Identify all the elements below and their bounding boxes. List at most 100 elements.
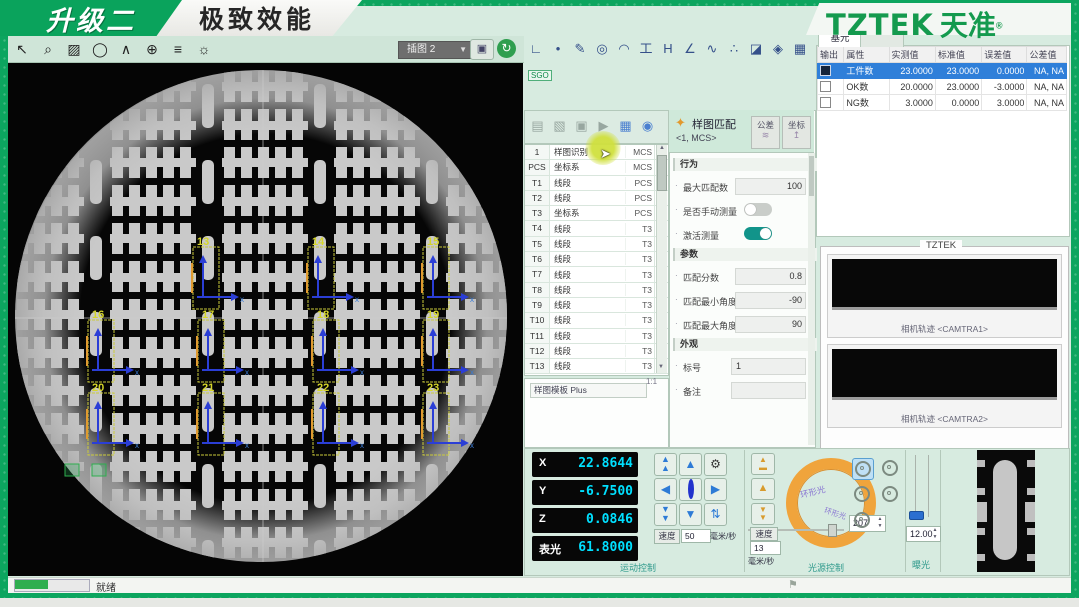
output-cell[interactable] — [818, 63, 844, 79]
jog-down-fast-button[interactable]: ▼▼ — [654, 503, 677, 526]
match-score-input[interactable]: 0.8 — [735, 268, 806, 285]
feature-row[interactable]: T2线段PCS — [525, 191, 668, 206]
paste-icon[interactable]: ▤ — [528, 116, 547, 136]
result-row[interactable]: OK数20.000023.0000-3.0000NA, NA — [818, 79, 1067, 95]
note-input[interactable] — [731, 382, 806, 399]
output-checkbox[interactable] — [820, 81, 831, 92]
feature-row[interactable]: T5线段T3 — [525, 237, 668, 252]
image-tool-icon[interactable]: ▨ — [63, 38, 85, 60]
feature-row[interactable]: T3坐标系PCS — [525, 206, 668, 221]
max-match-input[interactable]: 100 — [735, 178, 806, 195]
feature-row[interactable]: T11线段T3 — [525, 329, 668, 344]
circle-tool-icon[interactable]: ◎ — [592, 38, 612, 60]
active-measure-toggle[interactable] — [744, 227, 772, 240]
scroll-down-icon[interactable]: ▼ — [656, 364, 666, 374]
jog-down-button[interactable]: ▼ — [679, 503, 702, 526]
light-channel-4-icon[interactable] — [880, 484, 900, 504]
copy-icon[interactable]: ▧ — [550, 116, 569, 136]
feature-row[interactable]: T1线段PCS — [525, 176, 668, 191]
speed-input[interactable]: 50 — [681, 529, 711, 543]
jog-right-button[interactable]: ▶ — [704, 478, 727, 501]
speed-button[interactable]: 速度 — [654, 529, 680, 544]
feature-row[interactable]: T12线段T3 — [525, 344, 668, 359]
feature-row[interactable]: T4线段T3 — [525, 221, 668, 236]
point-tool-icon[interactable]: • — [548, 38, 568, 60]
palette-tool-icon[interactable]: ◈ — [768, 38, 788, 60]
template-label[interactable]: 样图模板 Plus — [530, 383, 647, 398]
width-tool-icon[interactable]: H — [658, 38, 678, 60]
light-channel-3-icon[interactable] — [852, 484, 872, 504]
output-checkbox[interactable] — [820, 65, 831, 76]
jog-up-fast-button[interactable]: ▲▲ — [654, 453, 677, 476]
light-channel-1-icon[interactable] — [852, 458, 874, 480]
crosshair-tool-icon[interactable]: ⊕ — [141, 38, 163, 60]
label-number-input[interactable]: 1 — [731, 358, 806, 375]
exposure-slider[interactable] — [915, 455, 916, 517]
z-speed-button[interactable]: 速度 — [750, 527, 778, 541]
spinner-arrows-icon[interactable]: ▲▼ — [876, 516, 884, 530]
output-checkbox[interactable] — [820, 97, 831, 108]
circle-tool-icon[interactable]: ◯ — [89, 38, 111, 60]
magnifier-tool-icon[interactable]: ⌕ — [37, 38, 59, 60]
height-tool-icon[interactable]: 工 — [636, 38, 656, 60]
camera-viewport[interactable]: 13x14x15x16x17x18x19x20x21x22x23x — [8, 62, 523, 576]
spinner-arrows-icon[interactable]: ▲▼ — [931, 527, 939, 541]
result-row[interactable]: 工件数23.000023.00000.0000NA, NA — [818, 63, 1067, 79]
motion-settings-button[interactable]: ⚙ — [704, 453, 727, 476]
z-speed-input[interactable]: 13 — [750, 541, 781, 555]
output-cell[interactable] — [818, 95, 844, 111]
target-icon[interactable]: ◉ — [638, 116, 657, 136]
light-channel-5-icon[interactable] — [852, 510, 872, 530]
axis-tool-icon[interactable]: ∟ — [526, 38, 546, 60]
max-angle-input[interactable]: 90 — [735, 316, 806, 333]
z-down-fast-button[interactable]: ▼▼ — [751, 503, 775, 525]
snapshot-button[interactable]: ▣ — [470, 39, 494, 60]
layers-tool-icon[interactable]: ≡ — [167, 38, 189, 60]
jog-step-button[interactable]: ⇅ — [704, 503, 727, 526]
line-tool-icon[interactable]: ✎ — [570, 38, 590, 60]
coordinate-button[interactable]: 坐标 ↥ — [782, 116, 811, 149]
jog-up-button[interactable]: ▲ — [679, 453, 702, 476]
manual-measure-toggle[interactable] — [744, 203, 772, 216]
brand-logo: TZTEK天准® — [826, 4, 1003, 44]
angle-tool-icon[interactable]: ∧ — [115, 38, 137, 60]
grid-icon[interactable]: ▦ — [616, 116, 635, 136]
match-panel-scrollbar[interactable] — [808, 153, 815, 445]
min-angle-input[interactable]: -90 — [735, 292, 806, 309]
arc-tool-icon[interactable]: ◠ — [614, 38, 634, 60]
z-up-stage-button[interactable]: ▲▬ — [751, 453, 775, 475]
feature-row[interactable]: T6线段T3 — [525, 252, 668, 267]
camera-track-1[interactable]: 相机轨迹 <CAMTRA1> — [827, 254, 1062, 338]
feature-row[interactable]: T13线段T3 — [525, 359, 668, 374]
feature-row[interactable]: T10线段T3 — [525, 313, 668, 328]
jog-left-button[interactable]: ◀ — [654, 478, 677, 501]
pointer-tool-icon[interactable]: ↖ — [11, 38, 33, 60]
feature-row[interactable]: T9线段T3 — [525, 298, 668, 313]
tolerance-button[interactable]: 公差 ≋ — [751, 116, 780, 149]
exposure-spinner[interactable]: 12.00 ▲▼ — [906, 526, 941, 542]
exposure-slider-2[interactable] — [928, 455, 929, 517]
angle-tool-icon[interactable]: ∠ — [680, 38, 700, 60]
light-tool-icon[interactable]: ☼ — [193, 38, 215, 60]
scatter-tool-icon[interactable]: ∴ — [724, 38, 744, 60]
match-panel-scroll-thumb[interactable] — [809, 156, 814, 196]
refresh-view-button[interactable]: ↻ — [497, 39, 516, 58]
feature-list[interactable]: 1样图识别MCS✓PCS坐标系MCST1线段PCST2线段PCST3坐标系PCS… — [524, 144, 669, 376]
feature-row[interactable]: T7线段T3 — [525, 267, 668, 282]
output-cell[interactable] — [818, 79, 844, 95]
light-slider-handle[interactable] — [828, 524, 837, 537]
view-select-dropdown[interactable]: 插图 2 ▼ — [398, 41, 472, 59]
eraser-tool-icon[interactable]: ◪ — [746, 38, 766, 60]
light-channel-2-icon[interactable] — [880, 458, 900, 478]
results-table[interactable]: 输出属性实测值标准值误差值公差值工件数23.000023.00000.0000N… — [817, 46, 1067, 111]
z-up-button[interactable]: ▲ — [751, 478, 775, 500]
grid-tool-icon[interactable]: ▦ — [790, 38, 810, 60]
exposure-slider-handle[interactable] — [909, 511, 924, 520]
curve-tool-icon[interactable]: ∿ — [702, 38, 722, 60]
camera-track-2[interactable]: 相机轨迹 <CAMTRA2> — [827, 344, 1062, 428]
result-row[interactable]: NG数3.00000.00003.0000NA, NA — [818, 95, 1067, 111]
feature-list-scroll-thumb[interactable] — [657, 155, 667, 191]
save-icon[interactable]: ▣ — [572, 116, 591, 136]
feature-row[interactable]: T8线段T3 — [525, 283, 668, 298]
stop-button[interactable] — [679, 478, 702, 501]
